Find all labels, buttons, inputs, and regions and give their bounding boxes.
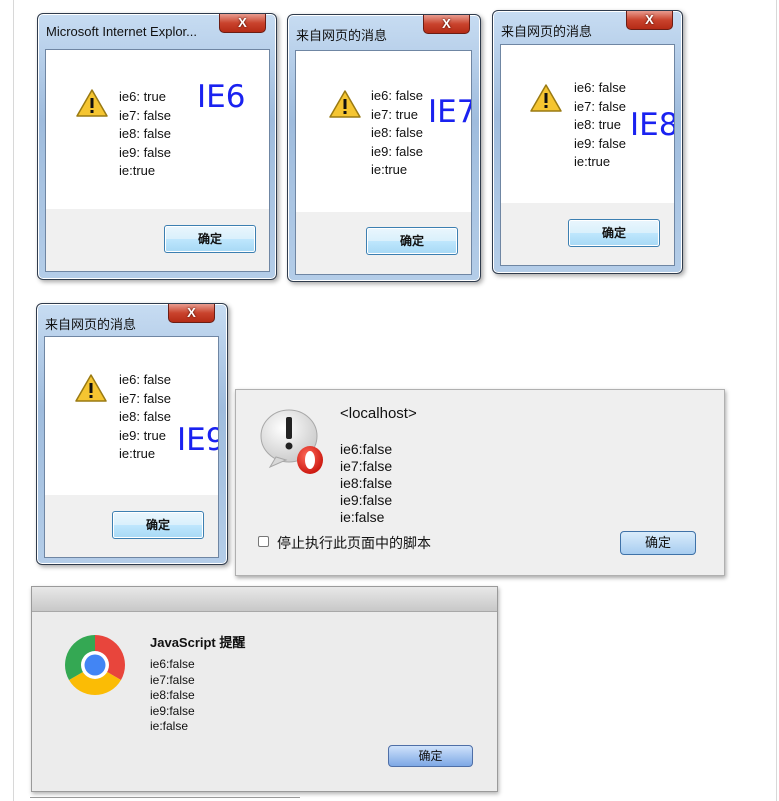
message-line: ie6:false: [150, 657, 195, 671]
ie-version-label: IE7: [428, 94, 472, 130]
ie7-dialog: 来自网页的消息 X ie6: false ie7: true ie8: fals…: [287, 14, 481, 282]
message-line: ie7: false: [119, 390, 172, 406]
warning-icon: [530, 84, 562, 112]
dialog-body: ie6: false ie7: true ie8: false ie9: fal…: [295, 50, 472, 275]
message-line: ie8:false: [340, 475, 393, 491]
dialog-title: 来自网页的消息: [501, 24, 593, 39]
message-line: ie6: false: [371, 88, 424, 103]
close-button[interactable]: X: [219, 14, 266, 33]
dialog-title: 来自网页的消息: [45, 317, 137, 332]
page-edge-right: [776, 0, 777, 801]
ie6-dialog: Microsoft Internet Explor... X ie6: true…: [37, 13, 277, 280]
ie-version-label: IE8: [630, 107, 675, 143]
message-line: ie:false: [150, 719, 189, 733]
message-line: ie7:false: [340, 458, 393, 474]
dialog-body: ie6: false ie7: false ie8: true ie9: fal…: [500, 44, 675, 266]
message-line: ie:false: [340, 509, 385, 525]
close-button[interactable]: X: [168, 304, 215, 323]
message-line: ie6: false: [119, 372, 172, 387]
message-line: ie7:false: [150, 672, 195, 687]
dialog-title: Microsoft Internet Explor...: [46, 24, 198, 39]
opera-alert-icon: [260, 409, 323, 474]
message-lines: ie6: true ie7: false ie8: false ie9: fal…: [119, 88, 171, 181]
message-lines: ie6:false ie7:false ie8:false ie9:false …: [150, 657, 195, 735]
warning-icon: [76, 89, 108, 117]
message-line: ie9:false: [150, 703, 195, 718]
message-line: ie:true: [371, 162, 408, 177]
message-line: ie8: false: [119, 126, 172, 141]
ie9-dialog: 来自网页的消息 X ie6: false ie7: false ie8: fal…: [36, 303, 228, 565]
message-lines: ie6: false ie7: true ie8: false ie9: fal…: [371, 87, 423, 180]
message-line: ie7: false: [119, 107, 172, 123]
message-line: ie8: false: [371, 125, 424, 140]
warning-icon: [75, 374, 107, 402]
message-line: ie6: false: [574, 80, 627, 95]
message-line: ie:true: [119, 446, 156, 461]
message-line: ie:true: [119, 163, 156, 178]
chrome-dialog: JavaScript 提醒 ie6:false ie7:false ie8:fa…: [31, 586, 498, 792]
dialog-body: ie6: true ie7: false ie8: false ie9: fal…: [45, 49, 270, 272]
ie-version-label: IE6: [197, 79, 246, 115]
message-line: ie9:false: [340, 492, 393, 508]
ok-button[interactable]: 确定: [112, 511, 204, 539]
ie-version-label: IE9: [177, 422, 218, 458]
dialog-title: JavaScript 提醒: [150, 635, 246, 650]
warning-icon: [329, 90, 361, 118]
ie8-dialog: 来自网页的消息 X ie6: false ie7: false ie8: tru…: [492, 10, 683, 274]
message-line: ie8: true: [574, 117, 621, 132]
message-line: ie:true: [574, 154, 611, 169]
page-edge-left: [13, 0, 14, 801]
ok-button[interactable]: 确定: [620, 531, 696, 555]
message-line: ie7: true: [371, 106, 418, 122]
close-button[interactable]: X: [423, 15, 470, 34]
message-line: ie6:false: [340, 441, 393, 457]
opera-dialog: <localhost> ie6:false ie7:false ie8:fals…: [235, 389, 725, 576]
message-line: ie9: false: [574, 135, 627, 151]
message-lines: ie6:false ie7:false ie8:false ie9:false …: [340, 441, 392, 526]
message-line: ie8:false: [150, 688, 195, 702]
dialog-title: <localhost>: [340, 405, 417, 422]
stop-scripts-checkbox[interactable]: [258, 536, 269, 547]
message-lines: ie6: false ie7: false ie8: false ie9: tr…: [119, 371, 171, 464]
title-bar: [32, 587, 497, 612]
chrome-logo-icon: [65, 635, 125, 695]
dialog-title: 来自网页的消息: [296, 28, 388, 43]
ok-button[interactable]: 确定: [164, 225, 256, 253]
message-line: ie9: false: [371, 143, 424, 159]
message-line: ie6: true: [119, 89, 166, 104]
stop-scripts-label: 停止执行此页面中的脚本: [277, 535, 431, 551]
message-line: ie7: false: [574, 98, 627, 114]
close-button[interactable]: X: [626, 11, 673, 30]
message-line: ie9: true: [119, 427, 166, 443]
message-line: ie9: false: [119, 144, 172, 160]
message-line: ie8: false: [119, 409, 172, 424]
ok-button[interactable]: 确定: [388, 745, 473, 767]
ok-button[interactable]: 确定: [366, 227, 458, 255]
ok-button[interactable]: 确定: [568, 219, 660, 247]
dialog-body: ie6: false ie7: false ie8: false ie9: tr…: [44, 336, 219, 558]
divider: [30, 797, 300, 798]
message-lines: ie6: false ie7: false ie8: true ie9: fal…: [574, 79, 626, 172]
